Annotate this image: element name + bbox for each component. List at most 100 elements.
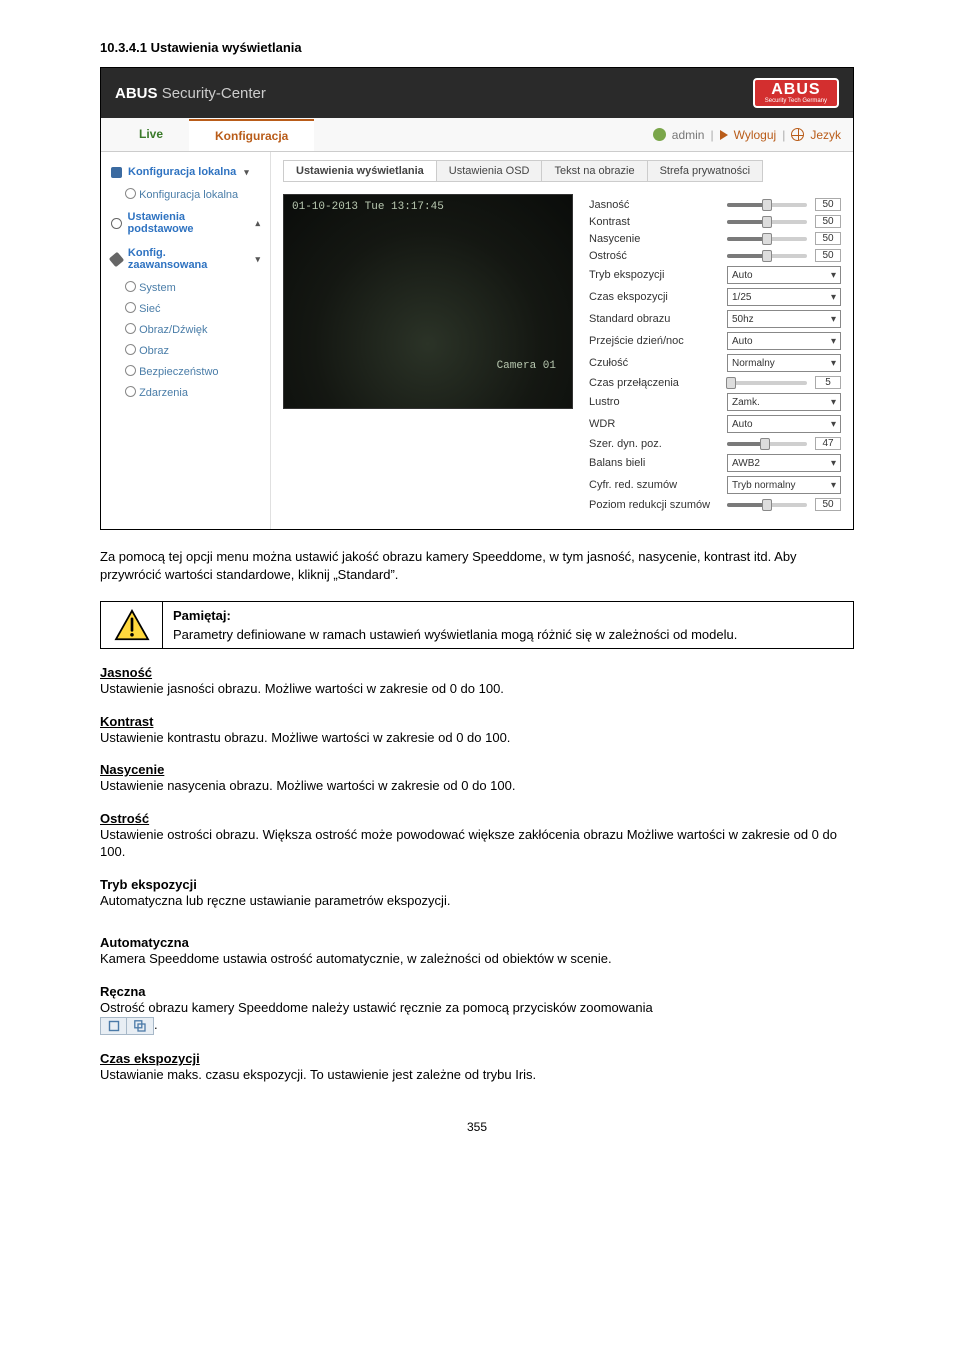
sharpness-value[interactable]: 50 bbox=[815, 249, 841, 262]
label: Bezpieczeństwo bbox=[139, 366, 219, 378]
logo-tagline: Security Tech Germany bbox=[765, 98, 827, 104]
page-number: 355 bbox=[100, 1120, 854, 1134]
def-heading-contrast: Kontrast bbox=[100, 714, 854, 729]
noise-level-value[interactable]: 50 bbox=[815, 498, 841, 511]
sidebar-basic-settings[interactable]: Ustawienia podstawowe ▴ bbox=[101, 205, 270, 241]
def-heading-auto: Automatyczna bbox=[100, 935, 854, 950]
note-box: Pamiętaj: Parametry definiowane w ramach… bbox=[100, 601, 854, 649]
sensitivity-select[interactable]: Normalny ▾ bbox=[727, 354, 841, 372]
zoom-out-icon[interactable] bbox=[101, 1018, 127, 1034]
param-daynight: Przejście dzień/noc Auto▾ bbox=[589, 332, 841, 350]
saturation-value[interactable]: 50 bbox=[815, 232, 841, 245]
top-tab-bar: Live Konfiguracja admin | Wyloguj | Jezy… bbox=[101, 118, 853, 152]
param-contrast: Kontrast 50 bbox=[589, 215, 841, 228]
tab-osd-settings[interactable]: Ustawienia OSD bbox=[437, 161, 543, 181]
exposure-time-select[interactable]: 1/25 ▾ bbox=[727, 288, 841, 306]
logout-link[interactable]: Wyloguj bbox=[734, 128, 777, 142]
chevron-down-icon: ▾ bbox=[831, 314, 836, 325]
def-body-sharpness: Ustawienie ostrości obrazu. Większa ostr… bbox=[100, 826, 854, 861]
contrast-slider[interactable] bbox=[727, 220, 807, 224]
noise-level-slider[interactable] bbox=[727, 503, 807, 507]
sidebar-item-image[interactable]: Obraz bbox=[101, 340, 270, 361]
tab-live[interactable]: Live bbox=[113, 119, 189, 151]
param-white-balance: Balans bieli AWB2▾ bbox=[589, 454, 841, 472]
param-label: Poziom redukcji szumów bbox=[589, 499, 719, 511]
param-label: Jasność bbox=[589, 199, 719, 211]
brightness-slider[interactable] bbox=[727, 203, 807, 207]
value: Normalny bbox=[732, 358, 775, 369]
tab-configuration[interactable]: Konfiguracja bbox=[189, 119, 314, 151]
mirror-select[interactable]: Zamk. ▾ bbox=[727, 393, 841, 411]
def-heading-brightness: Jasność bbox=[100, 665, 854, 680]
sidebar-item-events[interactable]: Zdarzenia bbox=[101, 382, 270, 403]
wdr-range-slider[interactable] bbox=[727, 442, 807, 446]
bullet-icon bbox=[125, 302, 136, 313]
username: admin bbox=[672, 128, 705, 142]
note-body: Parametry definiowane w ramach ustawień … bbox=[173, 627, 843, 642]
product-brand: ABUS Security-Center bbox=[115, 85, 266, 102]
user-bar: admin | Wyloguj | Jezyk bbox=[653, 128, 841, 142]
sidebar-item-security[interactable]: Bezpieczeństwo bbox=[101, 361, 270, 382]
def-body-saturation: Ustawienie nasycenia obrazu. Możliwe war… bbox=[100, 777, 854, 795]
logout-icon bbox=[720, 130, 728, 140]
dnr-select[interactable]: Tryb normalny▾ bbox=[727, 476, 841, 494]
sidebar-item-local[interactable]: Konfiguracja lokalna bbox=[101, 184, 270, 205]
chevron-down-icon: ▾ bbox=[831, 458, 836, 469]
tab-text-overlay[interactable]: Tekst na obrazie bbox=[542, 161, 647, 181]
separator: | bbox=[710, 128, 713, 142]
contrast-value[interactable]: 50 bbox=[815, 215, 841, 228]
value: Auto bbox=[732, 336, 753, 347]
sidebar-item-system[interactable]: System bbox=[101, 277, 270, 298]
def-heading-saturation: Nasycenie bbox=[100, 762, 854, 777]
sidebar-local-config[interactable]: Konfiguracja lokalna ▾ bbox=[101, 160, 270, 184]
wrench-icon bbox=[109, 251, 124, 266]
bullet-icon bbox=[125, 344, 136, 355]
param-saturation: Nasycenie 50 bbox=[589, 232, 841, 245]
value: Auto bbox=[732, 270, 753, 281]
value: Zamk. bbox=[732, 397, 760, 408]
label: Obraz/Dźwięk bbox=[139, 324, 207, 336]
sidebar-advanced-config[interactable]: Konfig. zaawansowana ▾ bbox=[101, 241, 270, 277]
brightness-value[interactable]: 50 bbox=[815, 198, 841, 211]
sharpness-slider[interactable] bbox=[727, 254, 807, 258]
chevron-down-icon: ▾ bbox=[831, 270, 836, 281]
chevron-down-icon: ▾ bbox=[831, 397, 836, 408]
image-standard-select[interactable]: 50hz▾ bbox=[727, 310, 841, 328]
param-wdr-range: Szer. dyn. poz. 47 bbox=[589, 437, 841, 450]
label: Sieć bbox=[139, 303, 160, 315]
sidebar-item-image-audio[interactable]: Obraz/Dźwięk bbox=[101, 319, 270, 340]
chevron-down-icon: ▾ bbox=[831, 336, 836, 347]
param-exposure-time: Czas ekspozycji 1/25▾ bbox=[589, 288, 841, 306]
white-balance-select[interactable]: AWB2▾ bbox=[727, 454, 841, 472]
daynight-select[interactable]: Auto ▾ bbox=[727, 332, 841, 350]
param-label: Cyfr. red. szumów bbox=[589, 479, 719, 491]
warning-triangle-icon bbox=[114, 609, 150, 641]
param-label: Ostrość bbox=[589, 250, 719, 262]
wdr-range-value[interactable]: 47 bbox=[815, 437, 841, 450]
zoom-in-icon[interactable] bbox=[127, 1018, 153, 1034]
param-image-standard: Standard obrazu 50hz▾ bbox=[589, 310, 841, 328]
chevron-up-icon: ▴ bbox=[255, 218, 260, 229]
sidebar-item-network[interactable]: Sieć bbox=[101, 298, 270, 319]
brand: ABUS bbox=[115, 85, 158, 102]
user-icon bbox=[653, 128, 666, 141]
language-link[interactable]: Jezyk bbox=[810, 128, 841, 142]
tab-privacy-zone[interactable]: Strefa prywatności bbox=[648, 161, 762, 181]
def-body-exposure-mode: Automatyczna lub ręczne ustawianie param… bbox=[100, 892, 854, 910]
switch-time-slider[interactable] bbox=[727, 381, 807, 385]
exposure-mode-select[interactable]: Auto ▾ bbox=[727, 266, 841, 284]
chevron-down-icon: ▾ bbox=[831, 358, 836, 369]
tab-display-settings[interactable]: Ustawienia wyświetlania bbox=[284, 161, 437, 181]
value: 1/25 bbox=[732, 292, 751, 303]
wdr-select[interactable]: Auto▾ bbox=[727, 415, 841, 433]
chevron-down-icon: ▾ bbox=[831, 480, 836, 491]
chevron-down-icon: ▾ bbox=[831, 292, 836, 303]
saturation-slider[interactable] bbox=[727, 237, 807, 241]
app-header-bar: ABUS Security-Center ABUS Security Tech … bbox=[101, 68, 853, 118]
def-heading-exposure-time: Czas ekspozycji bbox=[100, 1051, 854, 1066]
zoom-buttons[interactable] bbox=[100, 1017, 154, 1035]
param-label: WDR bbox=[589, 418, 719, 430]
bullet-icon bbox=[125, 365, 136, 376]
def-body-manual: Ostrość obrazu kamery Speeddome należy u… bbox=[100, 999, 854, 1036]
switch-time-value[interactable]: 5 bbox=[815, 376, 841, 389]
